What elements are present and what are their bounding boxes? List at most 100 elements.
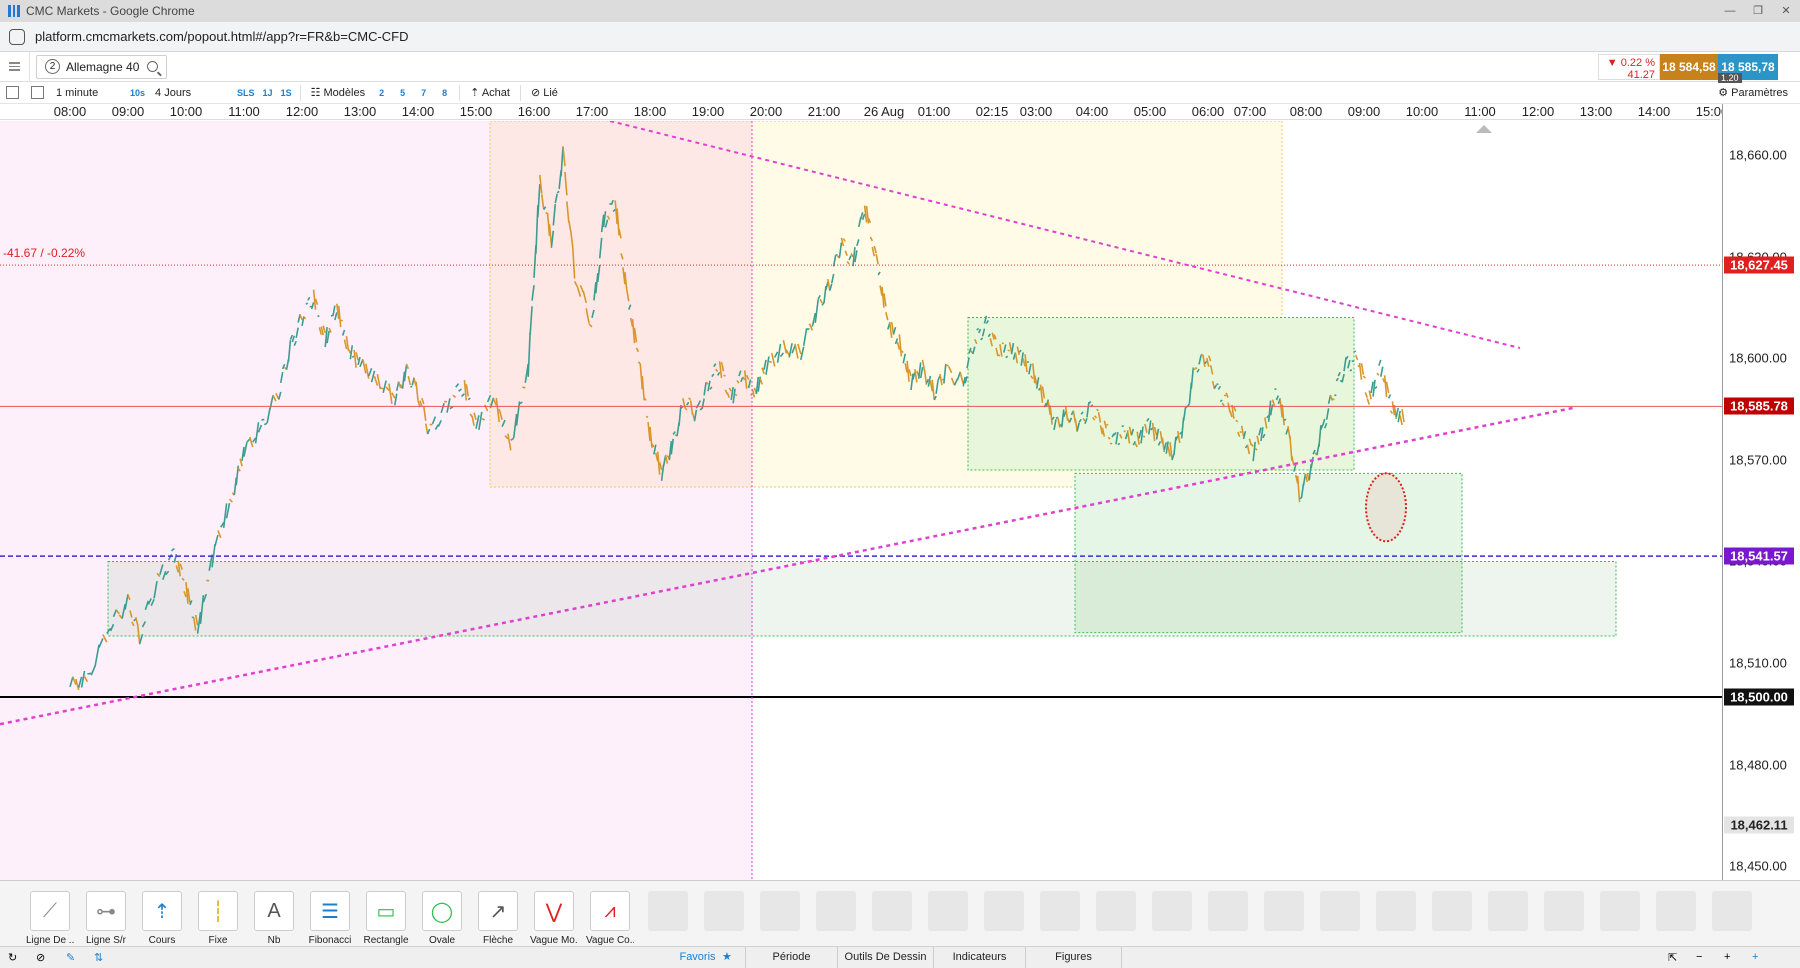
pencil-icon[interactable]: ✎ [66, 951, 75, 964]
layout-icon[interactable] [31, 86, 44, 99]
zoom-in-icon[interactable]: + [1724, 951, 1730, 963]
1j-button[interactable]: 1J [259, 88, 277, 98]
sls-button[interactable]: SLS [233, 88, 259, 98]
empty-tool-slot[interactable] [1152, 891, 1192, 931]
address-bar[interactable]: platform.cmcmarkets.com/popout.html#/app… [0, 22, 1800, 52]
sell-button[interactable]: 18 584,58 [1660, 54, 1718, 80]
draw-tool-label: Fixe [208, 935, 228, 946]
empty-tool-slot[interactable] [1656, 891, 1696, 931]
1s-button[interactable]: 1S [277, 88, 296, 98]
refresh-icon[interactable]: ↻ [8, 951, 17, 964]
layout-8[interactable]: 8 [434, 88, 455, 98]
arrow-icon[interactable]: ↗ [478, 891, 518, 931]
seconds-button[interactable]: 10s [126, 88, 149, 98]
fit-icon[interactable]: ⇱ [1668, 951, 1677, 964]
time-tick: 26 Aug [863, 104, 905, 119]
link-button[interactable]: ⊘ Lié [525, 86, 564, 99]
tab-favoris[interactable]: Favoris ★ [650, 947, 746, 968]
models-button[interactable]: ☷ Modèles [305, 86, 372, 99]
draw-tool[interactable]: ⟋ Ligne De ... [26, 891, 74, 946]
buy-tool-button[interactable]: ⇡ Achat [464, 86, 516, 99]
time-tick: 16:00 [517, 104, 551, 119]
tab-periode[interactable]: Période [746, 947, 838, 968]
time-tick: 08:00 [53, 104, 87, 119]
price-icon[interactable]: ⇡ [142, 891, 182, 931]
candle [1360, 363, 1365, 375]
empty-tool-slot[interactable] [1376, 891, 1416, 931]
instrument-selector[interactable]: 2 Allemagne 40 [36, 54, 168, 79]
change-percent: ▼ 0.22 % [1606, 57, 1655, 69]
draw-tool[interactable]: ⩘ Vague Co... [586, 891, 634, 946]
empty-tool-slot[interactable] [1712, 891, 1752, 931]
empty-tool-slot[interactable] [1600, 891, 1640, 931]
empty-tool-slot[interactable] [1096, 891, 1136, 931]
empty-tool-slot[interactable] [760, 891, 800, 931]
url-text[interactable]: platform.cmcmarkets.com/popout.html#/app… [35, 29, 409, 44]
tab-outils[interactable]: Outils De Dessin [838, 947, 934, 968]
empty-tool-slot[interactable] [1488, 891, 1528, 931]
range-select[interactable]: 4 Jours [149, 87, 233, 99]
wave2-icon[interactable]: ⩘ [590, 891, 630, 931]
zoom-out-icon[interactable]: − [1696, 951, 1702, 963]
candle [1399, 415, 1403, 426]
draw-tool[interactable]: ↗ Flèche [474, 891, 522, 946]
time-tick: 20:00 [749, 104, 783, 119]
site-settings-icon[interactable] [9, 28, 25, 45]
crosshair-icon[interactable]: + [1752, 951, 1758, 963]
empty-tool-slot[interactable] [1208, 891, 1248, 931]
empty-tool-slot[interactable] [1264, 891, 1304, 931]
layout-7[interactable]: 7 [413, 88, 434, 98]
hline-icon[interactable]: ⊶ [86, 891, 126, 931]
tab-indicateurs[interactable]: Indicateurs [934, 947, 1026, 968]
candle [1370, 381, 1374, 394]
close-button[interactable]: ✕ [1772, 0, 1800, 22]
price-tick: 18,450.00 [1729, 858, 1787, 874]
draw-tool[interactable]: ┆ Fixe [194, 891, 242, 946]
rectangle-icon[interactable]: ▭ [366, 891, 406, 931]
cursor-icon[interactable]: ⇅ [94, 951, 103, 964]
draw-tool[interactable]: ⋁ Vague Mo... [530, 891, 578, 946]
empty-tool-slot[interactable] [816, 891, 856, 931]
draw-tool[interactable]: ☰ Fibonacci [306, 891, 354, 946]
candle [1354, 354, 1359, 361]
panel-icon[interactable] [6, 86, 19, 99]
empty-tool-slot[interactable] [1432, 891, 1472, 931]
settings-button[interactable]: ⚙ Paramètres [1718, 86, 1788, 99]
fibonacci-icon[interactable]: ☰ [310, 891, 350, 931]
search-icon[interactable] [147, 61, 159, 72]
empty-tool-slot[interactable] [872, 891, 912, 931]
settings-label: Paramètres [1731, 87, 1788, 99]
price-tick: 18,600.00 [1729, 350, 1787, 366]
empty-tool-slot[interactable] [1544, 891, 1584, 931]
draw-tool[interactable]: ▭ Rectangle [362, 891, 410, 946]
draw-tool[interactable]: A Nb [250, 891, 298, 946]
gear-icon: ⚙ [1718, 87, 1732, 99]
empty-tool-slot[interactable] [1040, 891, 1080, 931]
interval-select[interactable]: 1 minute [50, 87, 126, 99]
restore-button[interactable]: ❐ [1744, 0, 1772, 22]
empty-tool-slot[interactable] [704, 891, 744, 931]
fixed-icon[interactable]: ┆ [198, 891, 238, 931]
block-icon[interactable]: ⊘ [36, 951, 45, 964]
menu-icon[interactable] [0, 51, 30, 82]
layout-2[interactable]: 2 [371, 88, 392, 98]
price-tick: 18,660.00 [1729, 147, 1787, 163]
line-icon[interactable]: ⟋ [30, 891, 70, 931]
candle [1274, 388, 1277, 391]
price-chart[interactable] [0, 121, 1722, 880]
tab-figures[interactable]: Figures [1026, 947, 1122, 968]
time-tick: 10:00 [169, 104, 203, 119]
empty-tool-slot[interactable] [1320, 891, 1360, 931]
draw-tool[interactable]: ◯ Ovale [418, 891, 466, 946]
minimize-button[interactable]: — [1716, 0, 1744, 22]
layout-5[interactable]: 5 [392, 88, 413, 98]
empty-tool-slot[interactable] [984, 891, 1024, 931]
draw-tool[interactable]: ⇡ Cours [138, 891, 186, 946]
empty-tool-slot[interactable] [928, 891, 968, 931]
draw-tool[interactable]: ⊶ Ligne S/r [82, 891, 130, 946]
empty-tool-slot[interactable] [648, 891, 688, 931]
wave-icon[interactable]: ⋁ [534, 891, 574, 931]
price-tick: 18,570.00 [1729, 452, 1787, 468]
text-icon[interactable]: A [254, 891, 294, 931]
oval-icon[interactable]: ◯ [422, 891, 462, 931]
